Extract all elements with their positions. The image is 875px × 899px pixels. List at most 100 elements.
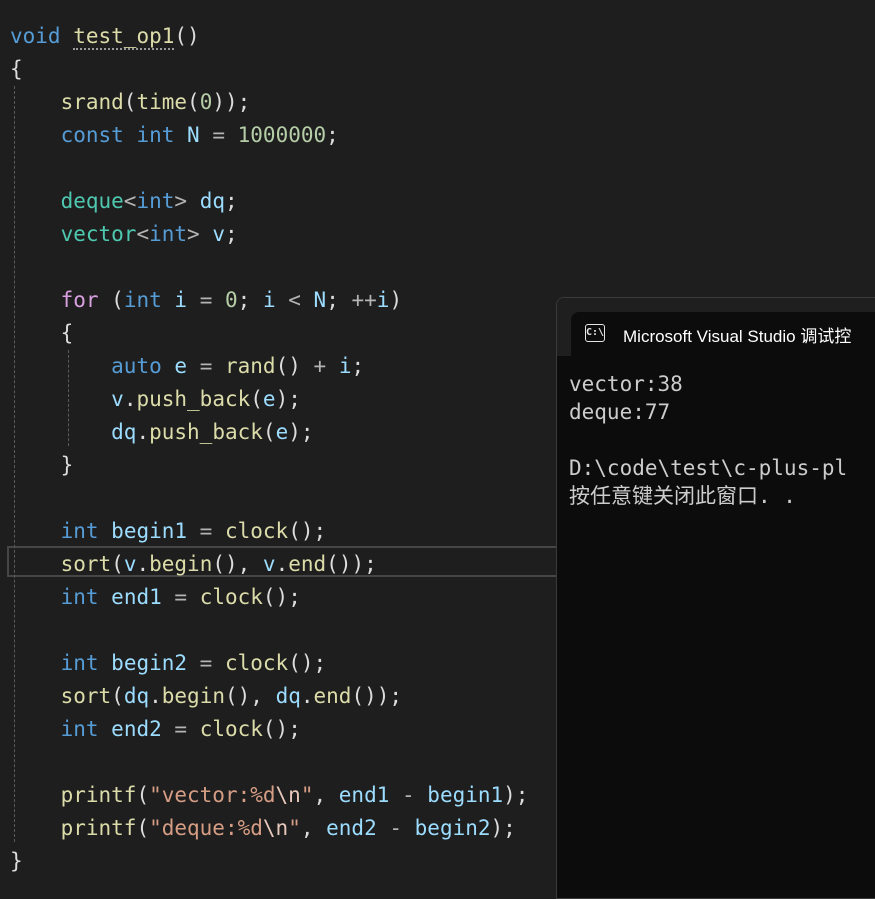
code-token: dq [111,420,137,444]
code-token: \n [275,783,301,807]
code-token: )); [212,90,251,114]
code-line: } [10,449,74,482]
code-token: e [275,420,289,444]
code-token: ( [136,783,150,807]
code-token: . [300,684,314,708]
code-token: ); [490,816,516,840]
console-line: vector:38 [569,372,683,396]
code-token: < [275,288,314,312]
code-token: end [313,684,352,708]
code-token: int [60,519,99,543]
code-token: = [199,123,238,147]
code-token: \n [262,816,289,840]
code-token: . [275,552,289,576]
code-token: (); [288,651,327,675]
console-title-bar[interactable]: C:\ Microsoft Visual Studio 调试控 [557,298,875,356]
code-token: ); [275,387,301,411]
code-token: 1000000 [237,123,327,147]
code-token: int [136,123,175,147]
code-token: = [187,354,225,378]
code-token: "vector:%d [149,783,276,807]
code-token: 0 [225,288,238,312]
code-token: " [300,783,314,807]
code-token: , [300,816,327,840]
code-token: clock [199,585,263,609]
code-token: begin [161,684,225,708]
code-token: ( [262,420,276,444]
code-token: e [174,354,188,378]
code-token: push_back [149,420,263,444]
debug-console-window[interactable]: C:\ Microsoft Visual Studio 调试控 vector:3… [556,297,875,899]
code-token: ( [136,816,150,840]
code-token: time [136,90,188,114]
code-line: printf("vector:%d\n", end1 - begin1); [10,779,529,812]
code-token: < [136,222,150,246]
code-token: srand [60,90,124,114]
code-line: } [10,845,23,878]
code-token: (), [212,552,263,576]
code-token: sort [60,684,112,708]
console-output: vector:38 deque:77 D:\code\test\c-plus-p… [569,370,875,510]
code-line: int end2 = clock(); [10,713,301,746]
code-token: ; [326,123,339,147]
code-token: () [174,24,200,48]
code-token: ()); [351,684,403,708]
code-token: (), [224,684,276,708]
code-token: - [389,783,428,807]
code-line: dq.push_back(e); [10,416,313,449]
code-token: for [60,288,99,312]
code-token: int [60,651,99,675]
code-token: end2 [111,717,162,741]
code-token: dq [199,189,225,213]
code-token: i [174,288,188,312]
code-token: N [313,288,327,312]
code-token: int [149,222,188,246]
code-line: int end1 = clock(); [10,581,301,614]
console-line: 按任意键关闭此窗口. . [569,484,796,508]
console-tab[interactable]: C:\ Microsoft Visual Studio 调试控 [571,312,875,356]
code-token: push_back [136,387,251,411]
console-line: D:\code\test\c-plus-pl [569,456,848,480]
code-token: deque [60,189,124,213]
code-line: { [10,53,23,86]
code-token: begin1 [427,783,504,807]
code-token: vector [60,222,137,246]
code-token: ( [111,684,124,708]
code-token: > [174,189,188,213]
code-token: { [10,321,74,345]
code-token: int [60,585,99,609]
code-token: begin [149,552,213,576]
code-token: end1 [111,585,162,609]
code-line: deque<int> dq; [10,185,238,218]
console-title: Microsoft Visual Studio 调试控 [623,327,852,346]
code-token: (); [262,585,301,609]
code-token: printf [60,783,137,807]
code-token: = [161,717,200,741]
code-line: vector<int> v; [10,218,238,251]
code-line: int begin1 = clock(); [10,515,327,548]
code-line: auto e = rand() + i; [10,350,364,383]
code-token: " [288,816,301,840]
console-app-icon: C:\ [585,324,605,342]
code-token: } [10,849,23,873]
code-token: ) [389,288,403,312]
code-line: { [10,317,74,350]
code-line: const int N = 1000000; [10,119,339,152]
code-token: i [262,288,276,312]
code-token: . [149,684,162,708]
code-token: int [60,717,99,741]
